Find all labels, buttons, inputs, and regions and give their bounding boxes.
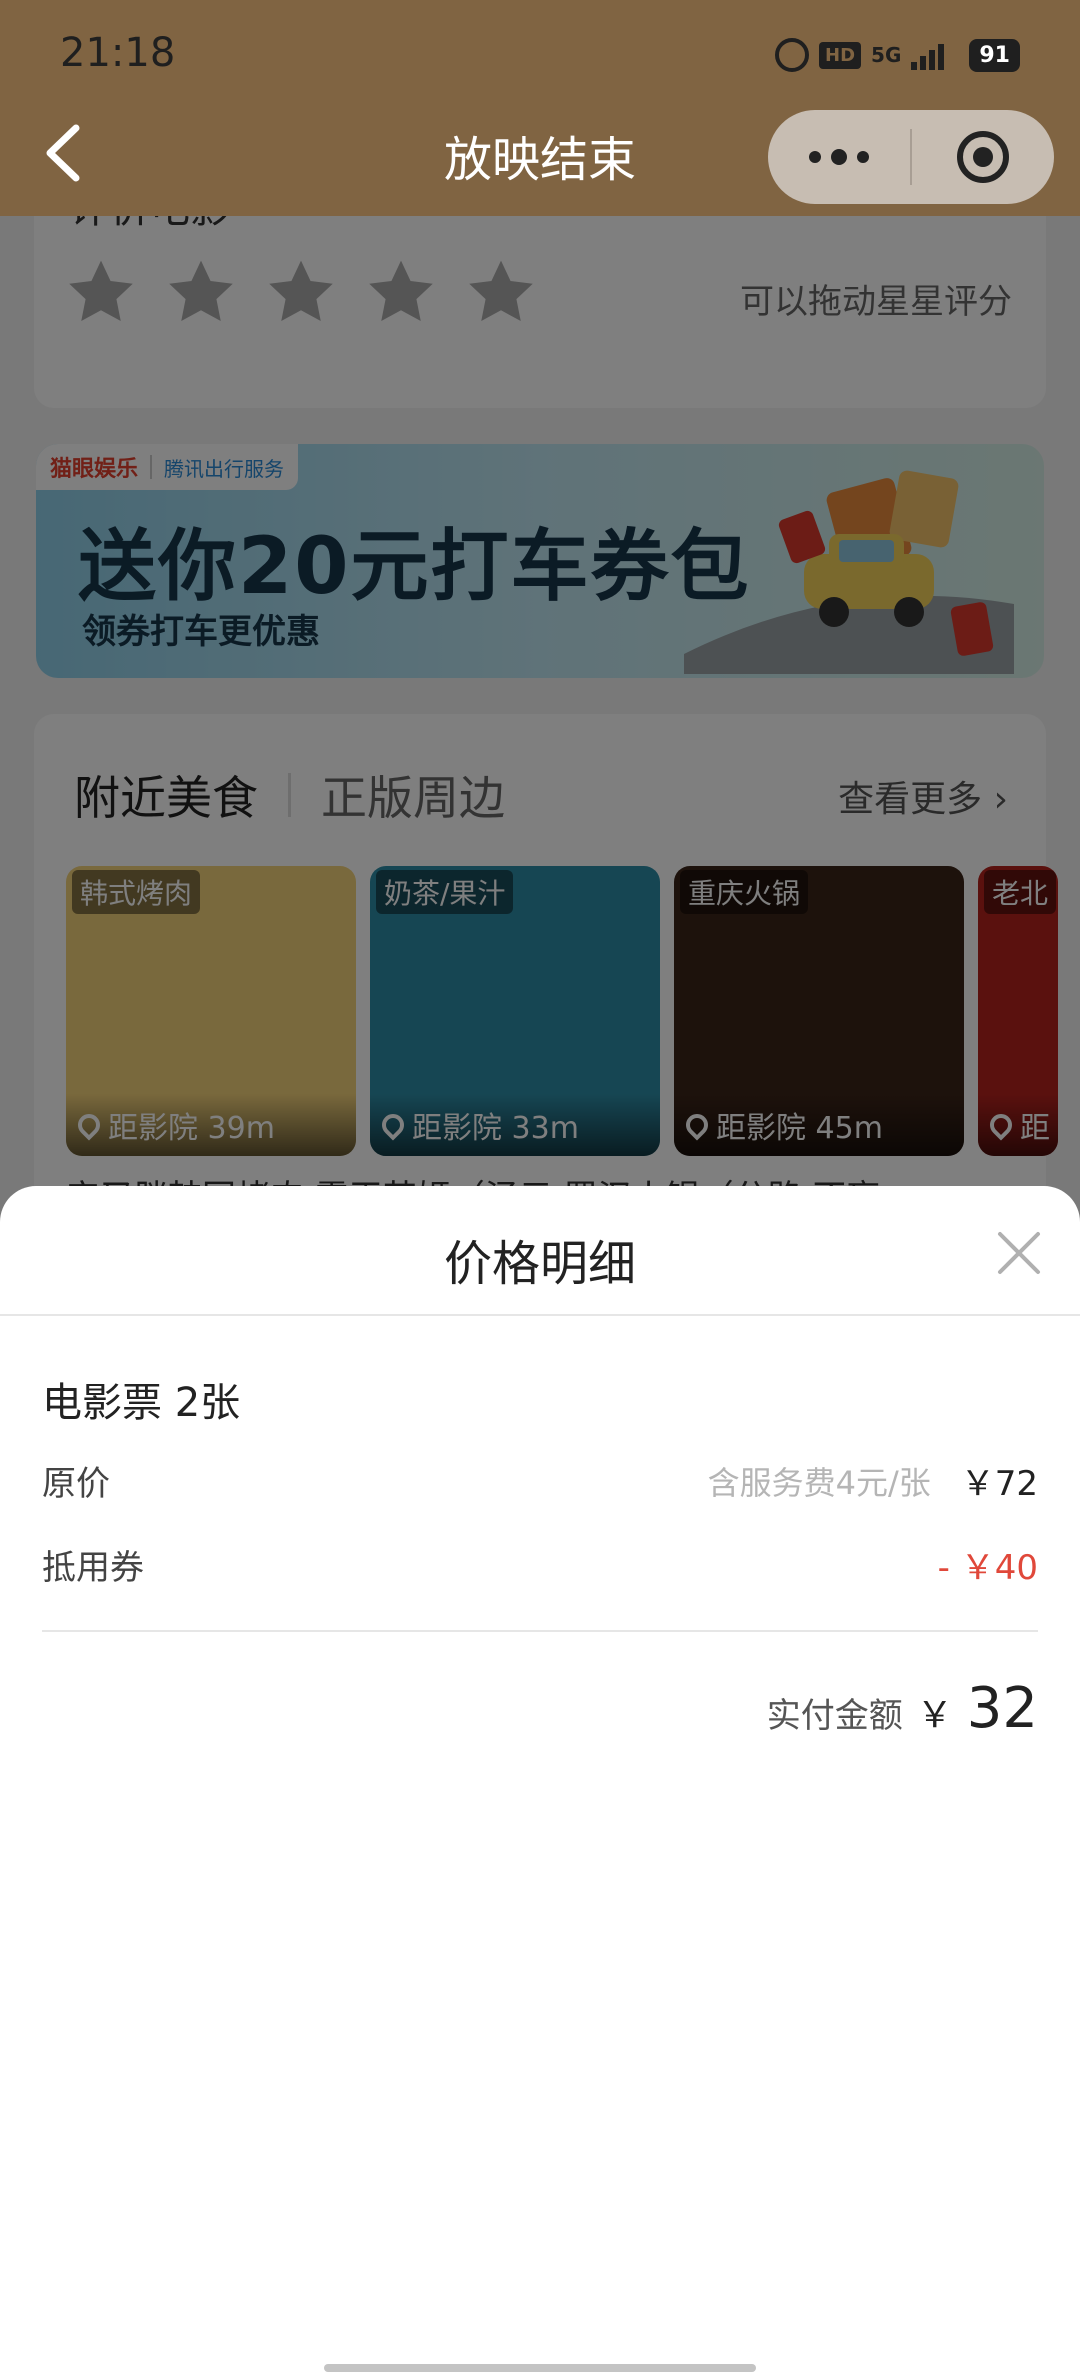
coupon-row: 抵用券 - ￥40 [42,1540,1038,1589]
original-price-label: 原价 [42,1464,110,1504]
original-price-value: ￥72 [960,1464,1038,1504]
sheet-title: 价格明细 [443,1236,636,1292]
status-bar: 21:18 HD 5G 91 [0,0,1080,110]
divider [0,1314,1080,1316]
close-icon [998,1232,1040,1274]
status-icons: HD 5G 91 [775,38,1020,72]
total-currency: ￥ [916,1695,953,1736]
total-amount: 实付金额 ￥ 32 [767,1676,1038,1741]
status-time: 21:18 [60,30,176,76]
home-indicator[interactable] [324,2364,756,2372]
more-dots-icon [809,149,869,165]
battery-icon: 91 [969,38,1020,72]
close-button[interactable] [994,1228,1044,1278]
coupon-label: 抵用券 [42,1548,144,1588]
more-button[interactable] [768,110,910,204]
coupon-value: - ￥40 [937,1548,1038,1588]
ticket-item-title: 电影票 2张 [42,1380,241,1426]
target-circle-icon [957,131,1009,183]
alarm-icon [775,38,810,72]
original-price-row: 原价 含服务费4元/张 ￥72 [42,1456,1038,1505]
signal-icon [911,40,959,70]
network-label: 5G [871,43,902,67]
price-detail-sheet: 价格明细 电影票 2张 原价 含服务费4元/张 ￥72 抵用券 - ￥40 实付… [0,1186,1080,2376]
hd-icon: HD [819,41,862,69]
total-label: 实付金额 [766,1696,903,1736]
divider [42,1630,1038,1632]
exit-button[interactable] [912,110,1054,204]
mini-program-capsule [768,110,1054,204]
service-fee-note: 含服务费4元/张 [707,1463,931,1502]
total-value: 32 [966,1676,1038,1741]
nav-header: 21:18 HD 5G 91 放映结束 [0,0,1080,216]
